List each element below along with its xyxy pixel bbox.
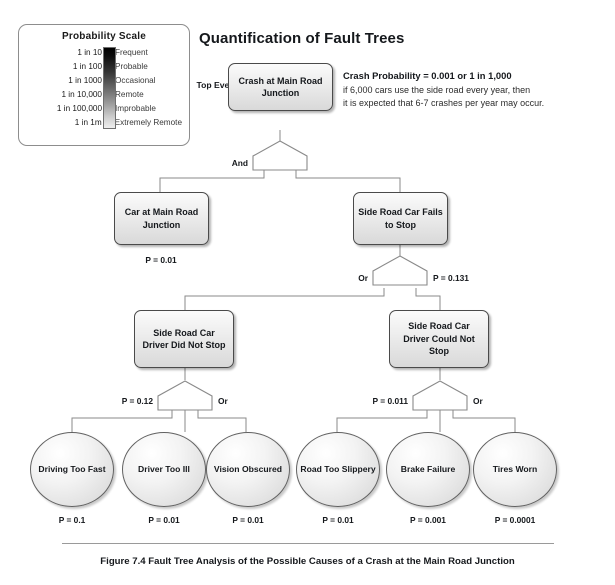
gate-and-top[interactable] xyxy=(252,140,308,171)
basic-event-label: Vision Obscured xyxy=(213,463,283,474)
basic-event-tires-worn[interactable]: Tires Worn xyxy=(473,432,557,507)
legend-word: Improbable xyxy=(115,104,156,113)
caption-divider xyxy=(62,543,554,544)
basic-event-label: Tires Worn xyxy=(492,463,538,474)
probability-did-not-stop: P = 0.12 xyxy=(121,396,153,406)
probability-could-not-stop: P = 0.011 xyxy=(372,396,408,406)
legend-word: Extremely Remote xyxy=(114,118,182,127)
legend-rows: 1 in 10 Frequent 1 in 100 Probable 1 in … xyxy=(19,46,189,130)
event-box-car-at-junction-label: Car at Main Road Junction xyxy=(124,207,199,230)
legend-title: Probability Scale xyxy=(62,31,146,42)
basic-event-driving-too-fast[interactable]: Driving Too Fast xyxy=(30,432,114,507)
probability-tires-worn: P = 0.0001 xyxy=(494,515,536,525)
gate-and-top-label: And xyxy=(231,158,248,168)
basic-event-label: Driving Too Fast xyxy=(38,463,106,474)
event-box-driver-could-not-stop[interactable]: Side Road Car Driver Could Not Stop xyxy=(389,310,489,368)
basic-event-vision-obscured[interactable]: Vision Obscured xyxy=(206,432,290,507)
basic-event-road-too-slippery[interactable]: Road Too Slippery xyxy=(296,432,380,507)
gate-or-could-not-stop-label: Or xyxy=(473,396,483,406)
legend-ratio: 1 in 100,000 xyxy=(56,104,102,113)
gate-or-did-not-stop-label: Or xyxy=(218,396,228,406)
figure-caption: Figure 7.4 Fault Tree Analysis of the Po… xyxy=(100,556,515,567)
note-headline: Crash Probability = 0.001 or 1 in 1,000 xyxy=(343,70,512,81)
basic-event-label: Brake Failure xyxy=(400,463,456,474)
probability-driving-too-fast: P = 0.1 xyxy=(58,515,86,525)
basic-event-label: Driver Too Ill xyxy=(138,463,190,474)
gate-or-side-fails[interactable] xyxy=(372,255,428,286)
event-box-car-at-junction[interactable]: Car at Main Road Junction xyxy=(114,192,209,245)
legend-word: Remote xyxy=(115,90,144,99)
event-box-driver-could-not-stop-label: Side Road Car Driver Could Not Stop xyxy=(403,321,475,357)
probability-vision-obscured: P = 0.01 xyxy=(232,515,264,525)
gate-or-could-not-stop[interactable] xyxy=(412,380,468,411)
basic-event-brake-failure[interactable]: Brake Failure xyxy=(386,432,470,507)
probability-side-fails: P = 0.131 xyxy=(433,273,469,283)
basic-event-label: Road Too Slippery xyxy=(300,463,376,474)
note-line-2: it is expected that 6-7 crashes per year… xyxy=(343,97,545,108)
note-line-1: if 6,000 cars use the side road every ye… xyxy=(343,85,531,95)
legend-ratio: 1 in 10,000 xyxy=(61,90,102,99)
legend-word: Frequent xyxy=(115,48,148,57)
probability-gradient-bar xyxy=(103,47,116,129)
basic-event-driver-too-ill[interactable]: Driver Too Ill xyxy=(122,432,206,507)
event-box-side-fails[interactable]: Side Road Car Fails to Stop xyxy=(353,192,448,245)
probability-road-too-slippery: P = 0.01 xyxy=(322,515,354,525)
probability-brake-failure: P = 0.001 xyxy=(410,515,446,525)
probability-driver-too-ill: P = 0.01 xyxy=(148,515,180,525)
legend-ratio: 1 in 1m xyxy=(74,118,102,127)
event-box-top[interactable]: Crash at Main Road Junction xyxy=(228,63,333,111)
legend-ratio: 1 in 10 xyxy=(77,48,102,57)
probability-car-at-junction: P = 0.01 xyxy=(145,255,177,265)
gate-or-side-fails-label: Or xyxy=(358,273,368,283)
legend-ratio: 1 in 1000 xyxy=(68,76,102,85)
probability-scale-legend: Probability Scale 1 in 10 Frequent 1 in … xyxy=(18,24,190,146)
legend-ratio: 1 in 100 xyxy=(72,62,102,71)
event-box-driver-did-not-stop[interactable]: Side Road Car Driver Did Not Stop xyxy=(134,310,234,368)
crash-probability-note: Crash Probability = 0.001 or 1 in 1,000 … xyxy=(343,70,611,109)
legend-word: Probable xyxy=(115,62,148,71)
gate-or-did-not-stop[interactable] xyxy=(157,380,213,411)
fault-tree-diagram: Probability Scale 1 in 10 Frequent 1 in … xyxy=(0,0,615,585)
page-title: Quantification of Fault Trees xyxy=(199,30,405,47)
legend-word: Occasional xyxy=(115,76,156,85)
event-box-driver-did-not-stop-label: Side Road Car Driver Did Not Stop xyxy=(142,327,226,351)
event-box-side-fails-label: Side Road Car Fails to Stop xyxy=(358,207,443,230)
event-box-top-label: Crash at Main Road Junction xyxy=(238,75,323,99)
